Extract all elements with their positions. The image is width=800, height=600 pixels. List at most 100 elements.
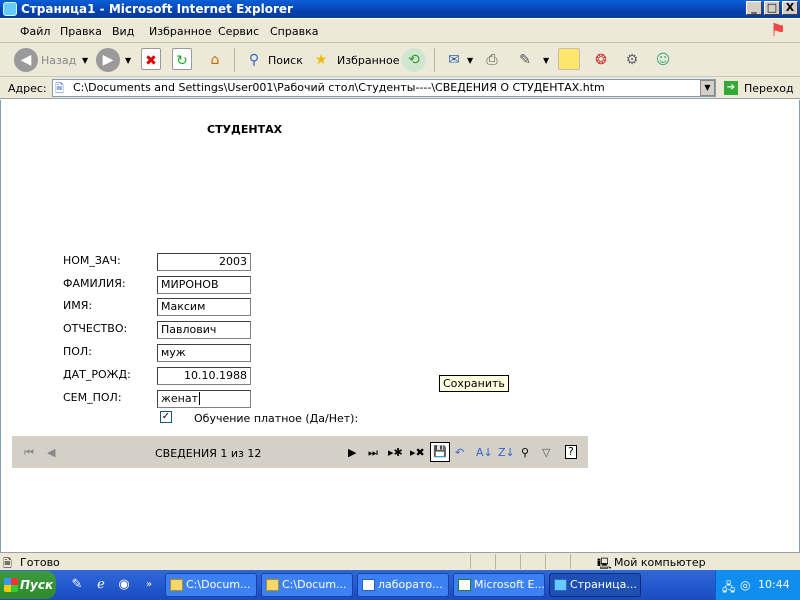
print-icon[interactable]: ⎙	[480, 48, 504, 72]
text-cursor	[199, 392, 201, 405]
address-input[interactable]: 🗎 C:\Documents and Settings\User001\Рабо…	[52, 79, 716, 97]
field-label-name: ИМЯ:	[63, 299, 93, 312]
status-cell	[470, 554, 494, 569]
taskbar: Пуск ✎ ℯ ◉ » C:\Docum... C:\Docum... лаб…	[0, 570, 800, 600]
taskbar-item-word[interactable]: лаборато...	[357, 573, 449, 597]
page-content: СТУДЕНТАХ НОМ_ЗАЧ: 2003 ФАМИЛИЯ: МИРОНОВ…	[0, 100, 800, 552]
quicklaunch-icon[interactable]: ✎	[68, 576, 86, 594]
messenger-icon[interactable]: ☺	[651, 48, 675, 72]
close-button[interactable]: X	[782, 1, 798, 15]
taskbar-item-folder-2[interactable]: C:\Docum...	[261, 573, 353, 597]
windows-logo-icon: ⚑	[769, 20, 787, 41]
surname-input[interactable]: МИРОНОВ	[157, 276, 251, 294]
back-button-label[interactable]: Назад	[41, 54, 76, 67]
refresh-icon[interactable]: ↻	[172, 48, 192, 70]
favorites-button-label[interactable]: Избранное	[337, 54, 399, 67]
network-icon[interactable]: 🖧	[722, 578, 735, 599]
gender-input[interactable]: муж	[157, 344, 251, 362]
maximize-button[interactable]: □	[764, 1, 780, 15]
folder-icon	[266, 579, 279, 591]
help-icon[interactable]: ?	[565, 445, 577, 459]
title-bar: Страница1 - Microsoft Internet Explorer …	[0, 0, 800, 18]
task-label: C:\Docum...	[282, 578, 347, 591]
last-record-icon[interactable]: ⏭	[368, 446, 378, 460]
previous-record-icon[interactable]: ◀	[47, 446, 55, 459]
research-icon[interactable]: ❂	[589, 48, 613, 72]
minimize-button[interactable]: _	[746, 1, 762, 15]
paid-study-label: Обучение платное (Да/Нет):	[194, 412, 359, 425]
clock: 10:44	[758, 578, 790, 591]
status-text: Готово	[20, 556, 60, 569]
field-label-patronymic: ОТЧЕСТВО:	[63, 322, 128, 335]
address-dropdown-icon[interactable]: ▼	[700, 80, 715, 96]
search-icon[interactable]: ⚲	[242, 48, 266, 72]
task-label: Страница...	[570, 578, 637, 591]
save-record-icon[interactable]: 💾	[430, 442, 450, 462]
menu-help[interactable]: Справка	[270, 25, 318, 38]
sort-descending-icon[interactable]: Z↓	[498, 446, 515, 459]
page-icon: 🗎	[55, 82, 64, 95]
excel-icon	[458, 579, 471, 591]
ie-icon	[3, 2, 17, 16]
undo-icon[interactable]: ↶	[455, 446, 464, 459]
birth-date-input[interactable]: 10.10.1988	[157, 367, 251, 385]
field-label-gender: ПОЛ:	[63, 345, 92, 358]
search-button-label[interactable]: Поиск	[268, 54, 303, 67]
menu-file[interactable]: Файл	[20, 25, 50, 38]
volume-icon[interactable]: ◎	[740, 578, 750, 592]
go-arrow-icon[interactable]: ➔	[724, 81, 738, 95]
taskbar-item-ie[interactable]: Страница...	[549, 573, 641, 597]
task-label: лаборато...	[378, 578, 443, 591]
taskbar-item-folder-1[interactable]: C:\Docum...	[165, 573, 257, 597]
discuss-icon[interactable]	[558, 48, 580, 70]
window-title: Страница1 - Microsoft Internet Explorer	[21, 2, 293, 16]
sort-ascending-icon[interactable]: A↓	[476, 446, 493, 459]
field-label-birth-date: ДАТ_РОЖД:	[63, 368, 131, 381]
status-cell	[520, 554, 544, 569]
record-navigation-bar: ⏮ ◀ СВЕДЕНИЯ 1 из 12 ▶ ⏭ ▸✱ ▸✖ 💾 ↶ A↓ Z↓…	[12, 436, 588, 468]
mail-dropdown-icon[interactable]: ▼	[467, 56, 473, 65]
field-label-marital-status: СЕМ_ПОЛ:	[63, 391, 122, 404]
menu-edit[interactable]: Правка	[60, 25, 102, 38]
home-icon[interactable]: ⌂	[203, 48, 227, 72]
media-player-icon[interactable]: ◉	[115, 576, 133, 594]
menu-view[interactable]: Вид	[112, 25, 134, 38]
new-record-icon[interactable]: ▸✱	[388, 446, 403, 459]
history-icon[interactable]: ⟲	[402, 48, 426, 72]
edit-dropdown-icon[interactable]: ▼	[543, 56, 549, 65]
forward-arrow-icon[interactable]: ▶	[96, 48, 120, 72]
name-input[interactable]: Максим	[157, 298, 251, 316]
toolbar-separator	[434, 48, 435, 72]
marital-status-input[interactable]: женат	[157, 390, 251, 408]
marital-status-value: женат	[161, 392, 199, 405]
go-button-label[interactable]: Переход	[744, 82, 794, 95]
filter-toggle-icon[interactable]: ▽	[542, 446, 550, 459]
quicklaunch-overflow-icon[interactable]: »	[140, 576, 158, 594]
first-record-icon[interactable]: ⏮	[24, 446, 34, 460]
toolbar-separator	[234, 48, 235, 72]
forward-dropdown-icon[interactable]: ▼	[125, 56, 131, 65]
taskbar-item-excel[interactable]: Microsoft E...	[453, 573, 545, 597]
menu-favorites[interactable]: Избранное	[149, 25, 211, 38]
next-record-icon[interactable]: ▶	[348, 446, 356, 459]
mail-icon[interactable]: ✉	[442, 48, 466, 72]
edit-icon[interactable]: ✎	[513, 48, 537, 72]
filter-by-selection-icon[interactable]: ⚲	[521, 446, 529, 459]
address-bar: Адрес: 🗎 C:\Documents and Settings\User0…	[0, 77, 800, 99]
favorites-star-icon[interactable]: ★	[309, 48, 333, 72]
menu-tools[interactable]: Сервис	[218, 25, 259, 38]
ie-quicklaunch-icon[interactable]: ℯ	[92, 576, 110, 594]
ie-icon	[554, 579, 567, 591]
paid-study-checkbox[interactable]: ✓	[160, 411, 172, 423]
tools-icon[interactable]: ⚙	[620, 48, 644, 72]
back-dropdown-icon[interactable]: ▼	[82, 56, 88, 65]
start-button[interactable]: Пуск	[0, 571, 56, 599]
toolbar: ◀ Назад ▼ ▶ ▼ ✖ ↻ ⌂ ⚲ Поиск ★ Избранное …	[0, 43, 800, 77]
stop-icon[interactable]: ✖	[141, 48, 161, 70]
back-arrow-icon[interactable]: ◀	[14, 48, 38, 72]
delete-record-icon[interactable]: ▸✖	[410, 446, 425, 459]
windows-flag-icon	[4, 578, 18, 592]
task-label: C:\Docum...	[186, 578, 251, 591]
record-number-input[interactable]: 2003	[157, 253, 251, 271]
patronymic-input[interactable]: Павлович	[157, 321, 251, 339]
